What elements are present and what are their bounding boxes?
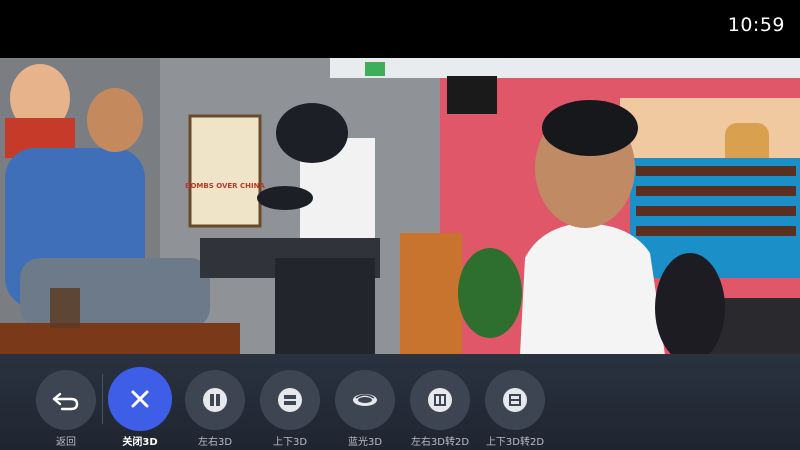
side-by-side-to-2d-button[interactable] (410, 370, 470, 430)
top-bottom-icon (278, 388, 302, 412)
tom-drum (257, 186, 313, 210)
top-bottom-to-2d-label: 上下3D转2D (485, 437, 545, 448)
ceiling (330, 58, 800, 78)
poster-text: BOMBS OVER CHINA (185, 182, 265, 190)
vintage-poster (188, 114, 262, 228)
bluray-3d-button[interactable] (335, 370, 395, 430)
man-hair (542, 100, 638, 156)
video-scene: BOMBS OVER CHINA (0, 58, 800, 355)
cymbal (276, 103, 348, 163)
close-icon (131, 390, 149, 408)
clock-time: 10:59 (727, 14, 785, 36)
drum-stand (275, 258, 375, 355)
drummer-head (87, 88, 143, 152)
top-bottom-to-2d-icon (503, 388, 527, 412)
table (0, 323, 240, 355)
wooden-cabinet (400, 233, 462, 355)
side-by-side-3d-button[interactable] (185, 370, 245, 430)
top-bottom-to-2d-button[interactable] (485, 370, 545, 430)
video-frame: BOMBS OVER CHINA (0, 58, 800, 355)
drummer-legs (20, 258, 210, 328)
side-by-side-to-2d-icon (428, 388, 452, 412)
back-arrow-icon (52, 392, 79, 411)
bar-window (620, 98, 800, 158)
exit-sign (365, 62, 385, 76)
status-bar: 10:59 (0, 0, 800, 58)
speaker (447, 76, 497, 114)
menu-divider (102, 374, 103, 424)
3d-mode-menu-bar: 返回 关闭3D 左右3D 上下3D 蓝光3D 左右3D转2D 上下3D转2D (0, 354, 800, 450)
side-by-side-icon (203, 388, 227, 412)
bluray-disc-icon (353, 394, 377, 406)
potted-plant (458, 248, 522, 338)
close-3d-button[interactable] (108, 367, 172, 431)
top-bottom-3d-button[interactable] (260, 370, 320, 430)
glass (50, 288, 80, 328)
back-button[interactable] (36, 370, 96, 430)
